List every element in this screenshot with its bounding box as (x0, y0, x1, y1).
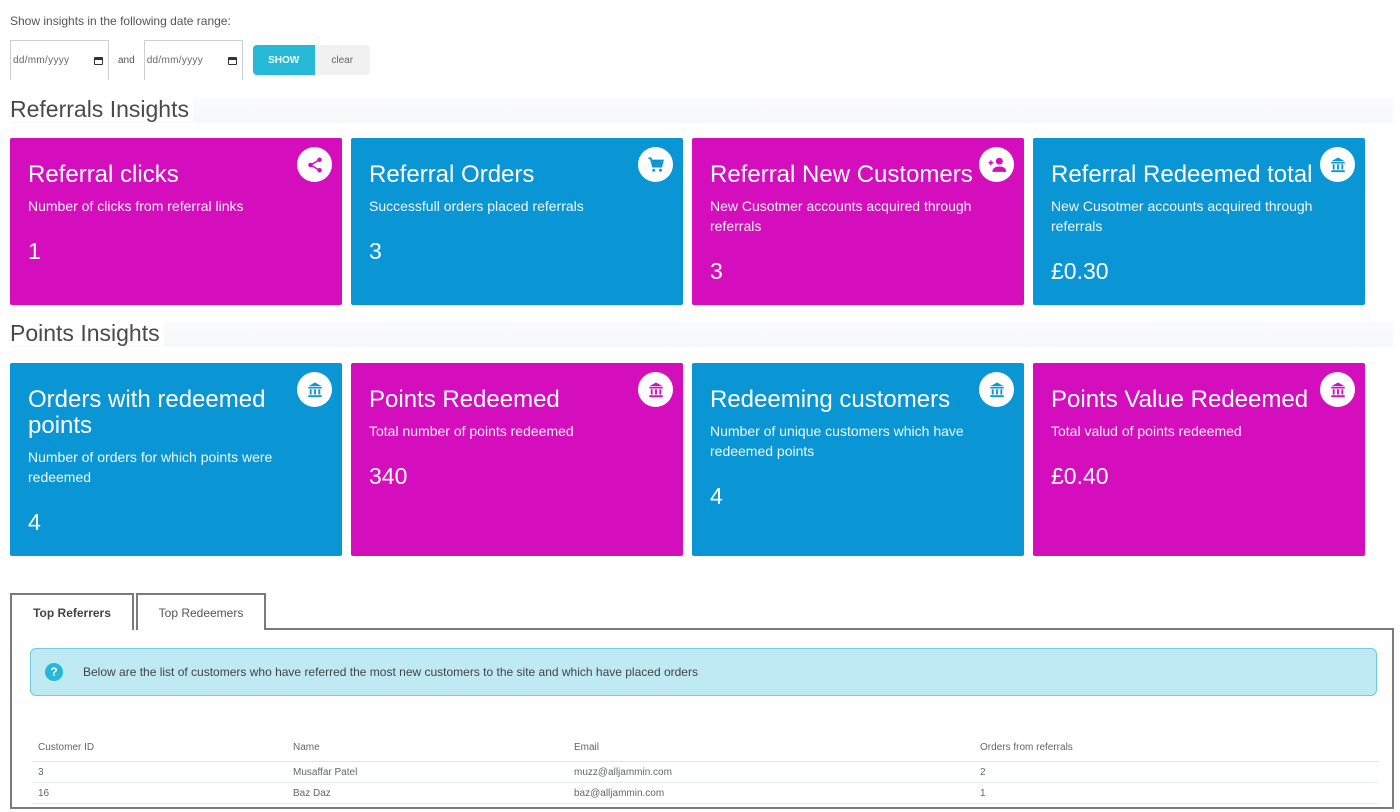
card-referral-redeemed-total: Referral Redeemed total New Cusotmer acc… (1033, 138, 1365, 305)
cell-name: Baz Daz (287, 782, 568, 804)
calendar-icon[interactable] (94, 56, 103, 65)
card-description: New Cusotmer accounts acquired through r… (1051, 198, 1313, 234)
card-title: Points Value Redeemed (1051, 386, 1309, 413)
cell-customer-id: 3 (32, 761, 287, 783)
card-referral-clicks: Referral clicks Number of clicks from re… (10, 138, 342, 305)
card-value: 3 (369, 238, 382, 264)
points-cards: Orders with redeemed points Number of or… (10, 363, 1365, 556)
card-description: Successfull orders placed referrals (369, 198, 584, 214)
column-customer-id: Customer ID (32, 740, 287, 762)
bank-icon (638, 372, 673, 407)
cell-customer-id: 16 (32, 782, 287, 804)
column-email: Email (568, 740, 974, 762)
card-referral-new-customers: Referral New Customers New Cusotmer acco… (692, 138, 1024, 305)
top-referrers-panel: ? Below are the list of customers who ha… (10, 628, 1394, 809)
card-description: Number of unique customers which have re… (710, 423, 964, 459)
info-alert-text: Below are the list of customers who have… (83, 665, 698, 679)
date-range-label: Show insights in the following date rang… (10, 14, 231, 28)
date-to-input[interactable]: dd/mm/yyyy (143, 40, 243, 80)
card-description: Total valud of points redeemed (1051, 423, 1242, 439)
insights-tabs: Top Referrers Top Redeemers ? Below are … (10, 593, 1394, 809)
cart-icon (638, 147, 673, 182)
card-value: £0.40 (1051, 463, 1109, 489)
points-insights-heading: Points Insights (10, 320, 1393, 347)
card-title: Referral clicks (28, 161, 179, 188)
card-value: 4 (28, 509, 41, 535)
info-alert: ? Below are the list of customers who ha… (30, 648, 1377, 696)
card-value: 4 (710, 483, 723, 509)
referrals-cards: Referral clicks Number of clicks from re… (10, 138, 1365, 305)
card-description: Number of clicks from referral links (28, 198, 244, 214)
points-insights-title: Points Insights (10, 320, 164, 346)
card-value: £0.30 (1051, 258, 1109, 284)
table-header-row: Customer ID Name Email Orders from refer… (32, 740, 1378, 762)
top-referrers-table: Customer ID Name Email Orders from refer… (32, 740, 1378, 804)
card-title: Points Redeemed (369, 386, 560, 413)
card-description: Total number of points redeemed (369, 423, 574, 439)
clear-button[interactable]: clear (314, 45, 370, 75)
add-user-icon (979, 147, 1014, 182)
card-title: Referral Orders (369, 161, 535, 188)
tab-top-redeemers[interactable]: Top Redeemers (136, 593, 266, 630)
card-title: Orders with redeemed points (28, 386, 266, 439)
referrals-insights-title: Referrals Insights (10, 96, 193, 122)
show-button[interactable]: SHOW (252, 45, 315, 75)
cell-orders: 1 (974, 782, 1378, 804)
card-title: Referral Redeemed total (1051, 161, 1313, 188)
card-title: Redeeming customers (710, 386, 951, 413)
calendar-icon[interactable] (227, 56, 237, 65)
card-points-value-redeemed: Points Value Redeemed Total valud of poi… (1033, 363, 1365, 556)
cell-orders: 2 (974, 761, 1378, 783)
help-icon: ? (45, 663, 63, 681)
date-range-controls: dd/mm/yyyy and dd/mm/yyyy SHOW clear (10, 40, 370, 80)
and-label: and (118, 54, 135, 66)
cell-email: baz@alljammin.com (568, 782, 974, 804)
column-name: Name (287, 740, 568, 762)
bank-icon (1320, 147, 1355, 182)
card-description: Number of orders for which points were r… (28, 449, 273, 485)
share-icon (297, 147, 332, 182)
card-points-redeemed: Points Redeemed Total number of points r… (351, 363, 683, 556)
bank-icon (979, 372, 1014, 407)
card-referral-orders: Referral Orders Successfull orders place… (351, 138, 683, 305)
card-orders-with-redeemed-points: Orders with redeemed points Number of or… (10, 363, 342, 556)
card-title: Referral New Customers (710, 161, 973, 188)
date-from-placeholder: dd/mm/yyyy (13, 55, 70, 66)
column-orders-from-referrals: Orders from referrals (974, 740, 1378, 762)
tab-top-referrers[interactable]: Top Referrers (10, 593, 134, 630)
referrals-insights-heading: Referrals Insights (10, 96, 1393, 123)
card-description: New Cusotmer accounts acquired through r… (710, 198, 972, 234)
table-row: 16 Baz Daz baz@alljammin.com 1 (32, 782, 1378, 804)
cell-email: muzz@alljammin.com (568, 761, 974, 783)
card-value: 1 (28, 238, 41, 264)
card-value: 3 (710, 258, 723, 284)
card-value: 340 (369, 463, 408, 489)
date-to-placeholder: dd/mm/yyyy (146, 55, 204, 66)
cell-name: Musaffar Patel (287, 761, 568, 783)
date-from-input[interactable]: dd/mm/yyyy (10, 40, 109, 80)
card-redeeming-customers: Redeeming customers Number of unique cus… (692, 363, 1024, 556)
bank-icon (297, 372, 332, 407)
table-row: 3 Musaffar Patel muzz@alljammin.com 2 (32, 761, 1378, 783)
bank-icon (1320, 372, 1355, 407)
